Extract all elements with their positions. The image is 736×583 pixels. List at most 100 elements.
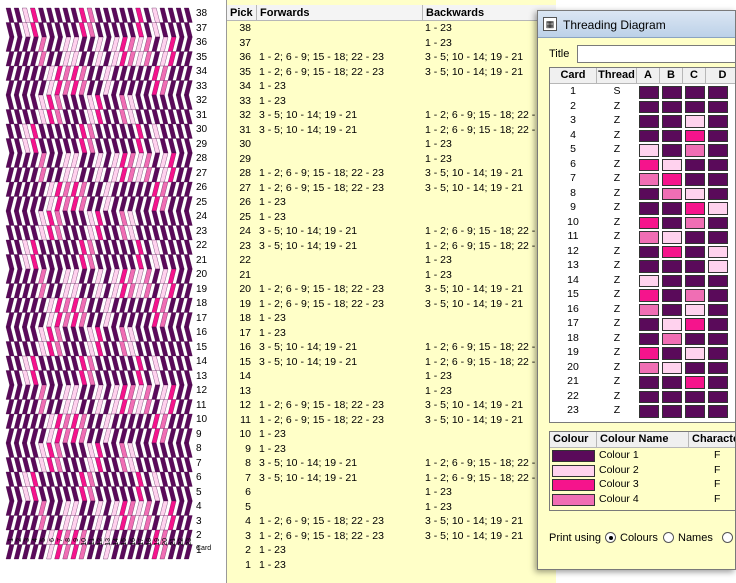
pick-row[interactable]: 12 1 - 2; 6 - 9; 15 - 18; 22 - 23 3 - 5; 1… xyxy=(227,399,556,414)
card-row[interactable]: 18 Z xyxy=(550,332,735,347)
hole-colour-cell[interactable] xyxy=(662,260,682,273)
hole-colour-cell[interactable] xyxy=(662,289,682,302)
hole-colour-cell[interactable] xyxy=(662,158,682,171)
colour-swatch[interactable] xyxy=(552,464,595,477)
hole-b-column-header[interactable]: B xyxy=(660,68,683,84)
hole-colour-cell[interactable] xyxy=(708,289,728,302)
hole-colour-cell[interactable] xyxy=(662,86,682,99)
hole-colour-cell[interactable] xyxy=(708,173,728,186)
hole-colour-cell[interactable] xyxy=(662,231,682,244)
thread-direction[interactable]: Z xyxy=(597,158,637,170)
thread-direction[interactable]: Z xyxy=(597,100,637,112)
hole-colour-cell[interactable] xyxy=(708,231,728,244)
hole-colour-cell[interactable] xyxy=(639,318,659,331)
card-threading-grid[interactable]: Card Thread A B C D 1 S 2 Z 3 Z 4 Z 5 Z 6 Z 7 Z 8 Z 9 Z 10… xyxy=(549,67,735,423)
pick-row[interactable]: 8 3 - 5; 10 - 14; 19 - 21 1 - 2; 6 - 9; 15… xyxy=(227,457,556,472)
hole-colour-cell[interactable] xyxy=(708,115,728,128)
window-titlebar[interactable]: ▦ Threading Diagram xyxy=(538,11,735,38)
hole-colour-cell[interactable] xyxy=(639,332,659,345)
card-row[interactable]: 3Z xyxy=(550,114,735,129)
hole-colour-cell[interactable] xyxy=(639,347,659,360)
hole-colour-cell[interactable] xyxy=(685,274,705,287)
colour-swatch[interactable] xyxy=(552,493,595,506)
print-names-label[interactable]: Names xyxy=(678,532,713,544)
thread-direction[interactable]: Z xyxy=(597,346,637,358)
colour-row[interactable]: Colour 2 F xyxy=(550,464,735,479)
hole-colour-cell[interactable] xyxy=(685,347,705,360)
hole-colour-cell[interactable] xyxy=(708,303,728,316)
hole-colour-cell[interactable] xyxy=(708,216,728,229)
colour-row[interactable]: Colour 3 F xyxy=(550,478,735,493)
hole-colour-cell[interactable] xyxy=(685,405,705,418)
pick-row[interactable]: 5 1 - 23 xyxy=(227,501,556,516)
card-row[interactable]: 17 Z xyxy=(550,317,735,332)
pick-row[interactable]: 13 1 - 23 xyxy=(227,385,556,400)
hole-colour-cell[interactable] xyxy=(685,231,705,244)
pick-row[interactable]: 25 1 - 23 xyxy=(227,211,556,226)
card-row[interactable]: 11 Z xyxy=(550,230,735,245)
hole-colour-cell[interactable] xyxy=(685,86,705,99)
thread-direction[interactable]: Z xyxy=(597,259,637,271)
threading-diagram-window[interactable]: ▦ Threading Diagram Title Card Thread A … xyxy=(537,10,736,570)
hole-colour-cell[interactable] xyxy=(685,289,705,302)
colour-swatch[interactable] xyxy=(552,479,595,491)
weave-pattern-panel[interactable]: 38 37 36 35 34 33 32 31 30 29 28 27 26 25 24 23 22 21 20 19… xyxy=(0,0,226,583)
thread-direction[interactable]: Z xyxy=(597,332,637,344)
card-row[interactable]: 6Z xyxy=(550,158,735,173)
hole-colour-cell[interactable] xyxy=(685,129,705,142)
thread-direction[interactable]: Z xyxy=(597,172,637,184)
hole-colour-cell[interactable] xyxy=(708,86,728,99)
hole-colour-cell[interactable] xyxy=(639,289,659,302)
hole-colour-cell[interactable] xyxy=(708,274,728,287)
hole-colour-cell[interactable] xyxy=(708,260,728,273)
hole-colour-cell[interactable] xyxy=(685,303,705,316)
hole-colour-cell[interactable] xyxy=(662,332,682,345)
card-row[interactable]: 23 Z xyxy=(550,404,735,419)
character-column-header[interactable]: Character xyxy=(689,432,735,448)
hole-colour-cell[interactable] xyxy=(662,115,682,128)
hole-d-column-header[interactable]: D xyxy=(706,68,735,84)
pick-row[interactable]: 2 1 - 23 xyxy=(227,544,556,559)
colour-column-header[interactable]: Colour xyxy=(550,432,597,448)
thread-direction[interactable]: Z xyxy=(597,361,637,373)
pick-row[interactable]: 21 1 - 23 xyxy=(227,269,556,284)
hole-colour-cell[interactable] xyxy=(708,376,728,389)
hole-colour-cell[interactable] xyxy=(685,376,705,389)
hole-a-column-header[interactable]: A xyxy=(637,68,660,84)
pick-row[interactable]: 31 3 - 5; 10 - 14; 19 - 21 1 - 2; 6 - 9; 1… xyxy=(227,124,556,139)
pick-row[interactable]: 35 1 - 2; 6 - 9; 15 - 18; 22 - 23 3 - 5; 1… xyxy=(227,66,556,81)
card-row[interactable]: 19 Z xyxy=(550,346,735,361)
pick-row[interactable]: 20 1 - 2; 6 - 9; 15 - 18; 22 - 23 3 - 5; 1… xyxy=(227,283,556,298)
pick-row[interactable]: 24 3 - 5; 10 - 14; 19 - 21 1 - 2; 6 - 9; 1… xyxy=(227,225,556,240)
thread-direction[interactable]: Z xyxy=(597,317,637,329)
card-column-header[interactable]: Card xyxy=(550,68,597,84)
pick-row[interactable]: 9 1 - 23 xyxy=(227,443,556,458)
hole-colour-cell[interactable] xyxy=(685,158,705,171)
hole-colour-cell[interactable] xyxy=(708,202,728,215)
pick-row[interactable]: 16 3 - 5; 10 - 14; 19 - 21 1 - 2; 6 - 9; 1… xyxy=(227,341,556,356)
pick-row[interactable]: 29 1 - 23 xyxy=(227,153,556,168)
thread-direction[interactable]: Z xyxy=(597,201,637,213)
card-row[interactable]: 10 Z xyxy=(550,216,735,231)
card-row[interactable]: 14 Z xyxy=(550,274,735,289)
hole-colour-cell[interactable] xyxy=(639,115,659,128)
card-row[interactable]: 2Z xyxy=(550,100,735,115)
thread-direction[interactable]: Z xyxy=(597,230,637,242)
hole-colour-cell[interactable] xyxy=(685,216,705,229)
thread-direction[interactable]: Z xyxy=(597,404,637,416)
pick-row[interactable]: 19 1 - 2; 6 - 9; 15 - 18; 22 - 23 3 - 5; 1… xyxy=(227,298,556,313)
hole-colour-cell[interactable] xyxy=(685,318,705,331)
hole-colour-cell[interactable] xyxy=(639,173,659,186)
hole-colour-cell[interactable] xyxy=(685,144,705,157)
hole-colour-cell[interactable] xyxy=(685,173,705,186)
hole-colour-cell[interactable] xyxy=(639,187,659,200)
hole-colour-cell[interactable] xyxy=(662,173,682,186)
pick-row[interactable]: 4 1 - 2; 6 - 9; 15 - 18; 22 - 23 3 - 5; 10… xyxy=(227,515,556,530)
hole-colour-cell[interactable] xyxy=(708,245,728,258)
hole-colour-cell[interactable] xyxy=(662,202,682,215)
pick-row[interactable]: 34 1 - 23 xyxy=(227,80,556,95)
card-row[interactable]: 9Z xyxy=(550,201,735,216)
hole-colour-cell[interactable] xyxy=(639,129,659,142)
pick-row[interactable]: 10 1 - 23 xyxy=(227,428,556,443)
card-row[interactable]: 5Z xyxy=(550,143,735,158)
